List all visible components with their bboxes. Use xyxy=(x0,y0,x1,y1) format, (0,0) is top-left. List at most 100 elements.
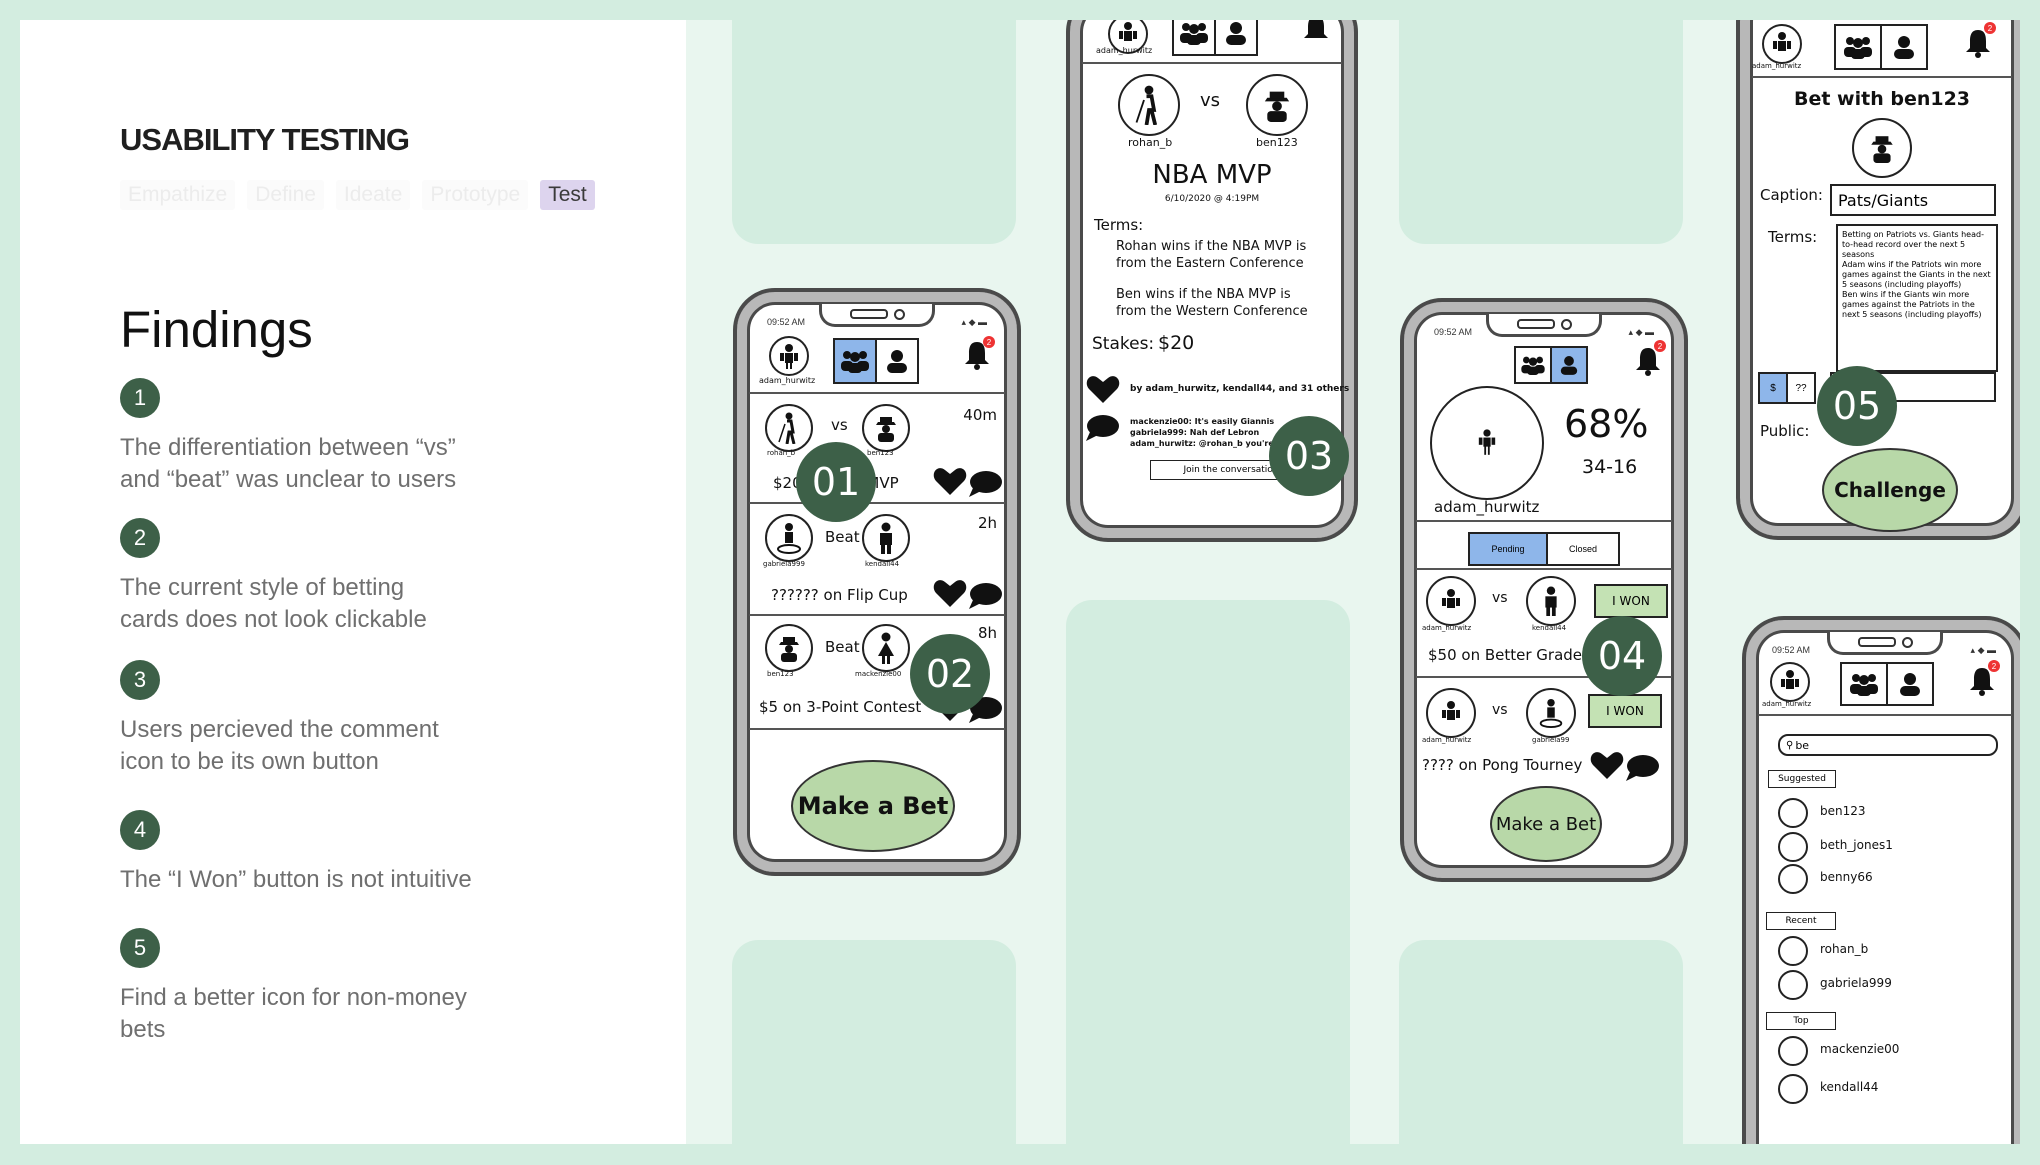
like-heart-icon[interactable] xyxy=(933,466,967,496)
finding-marker-03: 03 xyxy=(1269,416,1349,496)
terms-label: Terms: xyxy=(1094,216,1144,234)
finding-text: Users percieved the comment icon to be i… xyxy=(120,716,439,775)
bettor-avatar-icon xyxy=(1426,576,1476,626)
personal-feed-tab[interactable] xyxy=(1552,348,1586,382)
bet-connector-label: vs xyxy=(831,416,848,434)
finding-text: The “I Won” button is not intuitive xyxy=(120,866,472,893)
user-result[interactable]: beth_jones1 xyxy=(1820,838,1893,852)
section-label-recent: Recent xyxy=(1766,912,1836,930)
personal-feed-tab[interactable] xyxy=(1882,26,1926,68)
user-avatar[interactable] xyxy=(1778,832,1808,862)
tab-closed[interactable]: Closed xyxy=(1548,534,1618,564)
profile-avatar-icon[interactable] xyxy=(1770,662,1810,702)
personal-feed-tab[interactable] xyxy=(1216,20,1256,54)
feed-scope-toggle xyxy=(1514,346,1588,384)
bettor-avatar-icon xyxy=(862,404,910,452)
finding-item: 1 The differentiation between “vs” and “… xyxy=(120,378,540,496)
phone-search-screen: 09:52 AM ▴ ◆ ▬ adam_hurwitz 2 ⚲ be Sugges… xyxy=(1742,616,2020,1144)
bet-description[interactable]: $5 on 3-Point Contest xyxy=(759,698,921,716)
i-won-button[interactable]: I WON xyxy=(1594,584,1668,618)
phase-ideate: Ideate xyxy=(335,180,411,210)
feed-scope-toggle xyxy=(1834,24,1928,70)
like-heart-icon[interactable] xyxy=(1590,750,1624,780)
opponent-avatar-icon xyxy=(1852,118,1912,178)
bet-age: 40m xyxy=(963,406,997,424)
personal-feed-tab[interactable] xyxy=(877,340,917,382)
make-a-bet-button[interactable]: Make a Bet xyxy=(791,760,955,852)
bettor-avatar-icon xyxy=(1426,688,1476,738)
search-query: be xyxy=(1795,738,1810,752)
comment-line: gabriela999: Nah def Lebron xyxy=(1130,428,1260,437)
finding-number: 2 xyxy=(120,518,160,558)
bettor-username: ben123 xyxy=(767,670,794,678)
user-result[interactable]: mackenzie00 xyxy=(1820,1042,1899,1056)
term-item: Adam wins if the Patriots win more games… xyxy=(1842,260,1991,289)
stake-type-toggle: $ ?? xyxy=(1758,372,1816,404)
status-icons: ▴ ◆ ▬ xyxy=(1628,327,1654,337)
user-result[interactable]: kendall44 xyxy=(1820,1080,1878,1094)
finding-text: The differentiation between “vs” and “be… xyxy=(120,434,457,493)
phase-empathize: Empathize xyxy=(120,180,236,210)
finding-text: Find a better icon for non-money bets xyxy=(120,984,467,1043)
user-avatar[interactable] xyxy=(1778,798,1808,828)
profile-avatar-icon[interactable] xyxy=(769,336,809,376)
divider xyxy=(749,502,1005,504)
terms-textarea[interactable]: Betting on Patriots vs. Giants head-to-h… xyxy=(1836,224,1998,372)
finding-marker-04: 04 xyxy=(1582,616,1662,696)
term-item: Ben wins if the NBA MVP is from the West… xyxy=(1116,287,1308,319)
make-a-bet-button[interactable]: Make a Bet xyxy=(1490,786,1602,862)
search-input[interactable]: ⚲ be xyxy=(1778,734,1998,756)
win-percentage: 68% xyxy=(1564,402,1649,446)
finding-marker-01: 01 xyxy=(796,442,876,522)
like-heart-icon[interactable] xyxy=(1086,374,1120,404)
placeholder-card xyxy=(1066,600,1350,1144)
feed-scope-toggle xyxy=(833,338,919,384)
win-loss-record: 34-16 xyxy=(1582,456,1638,478)
user-result[interactable]: benny66 xyxy=(1820,870,1873,884)
notification-bell-icon[interactable] xyxy=(1302,20,1330,44)
group-feed-tab[interactable] xyxy=(1836,26,1882,68)
bettor-avatar-icon xyxy=(1118,74,1180,136)
tab-pending[interactable]: Pending xyxy=(1470,534,1548,564)
group-feed-tab[interactable] xyxy=(1842,664,1888,704)
divider xyxy=(749,614,1005,616)
group-feed-tab[interactable] xyxy=(1516,348,1552,382)
notification-badge: 2 xyxy=(1654,340,1666,352)
notification-badge: 2 xyxy=(1984,22,1996,34)
user-result[interactable]: rohan_b xyxy=(1820,942,1868,956)
search-icon: ⚲ xyxy=(1786,739,1794,751)
bettor-username: gabriela999 xyxy=(763,560,805,568)
bet-description[interactable]: ???? on Pong Tourney xyxy=(1422,756,1582,774)
bet-description[interactable]: $50 on Better Grade xyxy=(1428,646,1582,664)
comment-bubble-icon[interactable] xyxy=(967,470,1003,498)
user-avatar[interactable] xyxy=(1778,1074,1808,1104)
design-phase-steps: Empathize Define Ideate Prototype Test xyxy=(120,180,595,210)
personal-feed-tab[interactable] xyxy=(1888,664,1932,704)
section-label-top: Top xyxy=(1766,1012,1836,1030)
user-avatar[interactable] xyxy=(1778,864,1808,894)
group-feed-tab[interactable] xyxy=(1174,20,1216,54)
user-result[interactable]: gabriela999 xyxy=(1820,976,1892,990)
comment-line: mackenzie00: It's easily Giannis xyxy=(1130,417,1275,426)
i-won-button[interactable]: I WON xyxy=(1588,694,1662,728)
user-avatar[interactable] xyxy=(1778,936,1808,966)
profile-username: adam_hurwitz xyxy=(1752,62,1802,70)
non-money-stake-option[interactable]: ?? xyxy=(1788,374,1814,402)
user-result[interactable]: ben123 xyxy=(1820,804,1866,818)
challenge-button[interactable]: Challenge xyxy=(1822,448,1958,532)
term-item: Ben wins if the Giants win more games ag… xyxy=(1842,290,1982,319)
money-stake-option[interactable]: $ xyxy=(1760,374,1788,402)
group-feed-tab[interactable] xyxy=(835,340,877,382)
user-avatar[interactable] xyxy=(1778,970,1808,1000)
profile-avatar-icon[interactable] xyxy=(1762,24,1802,64)
like-heart-icon[interactable] xyxy=(933,578,967,608)
bettor-username: ben123 xyxy=(867,449,894,457)
bettor-username: adam_hurwitz xyxy=(1422,624,1472,632)
comment-bubble-icon[interactable] xyxy=(967,582,1003,610)
comment-bubble-icon[interactable] xyxy=(1084,414,1120,442)
caption-input[interactable]: Pats/Giants xyxy=(1830,184,1996,216)
comment-bubble-icon[interactable] xyxy=(1624,754,1660,782)
bet-description[interactable]: ?????? on Flip Cup xyxy=(771,586,908,604)
bet-date: 6/10/2020 @ 4:19PM xyxy=(1164,194,1260,204)
user-avatar[interactable] xyxy=(1778,1036,1808,1066)
